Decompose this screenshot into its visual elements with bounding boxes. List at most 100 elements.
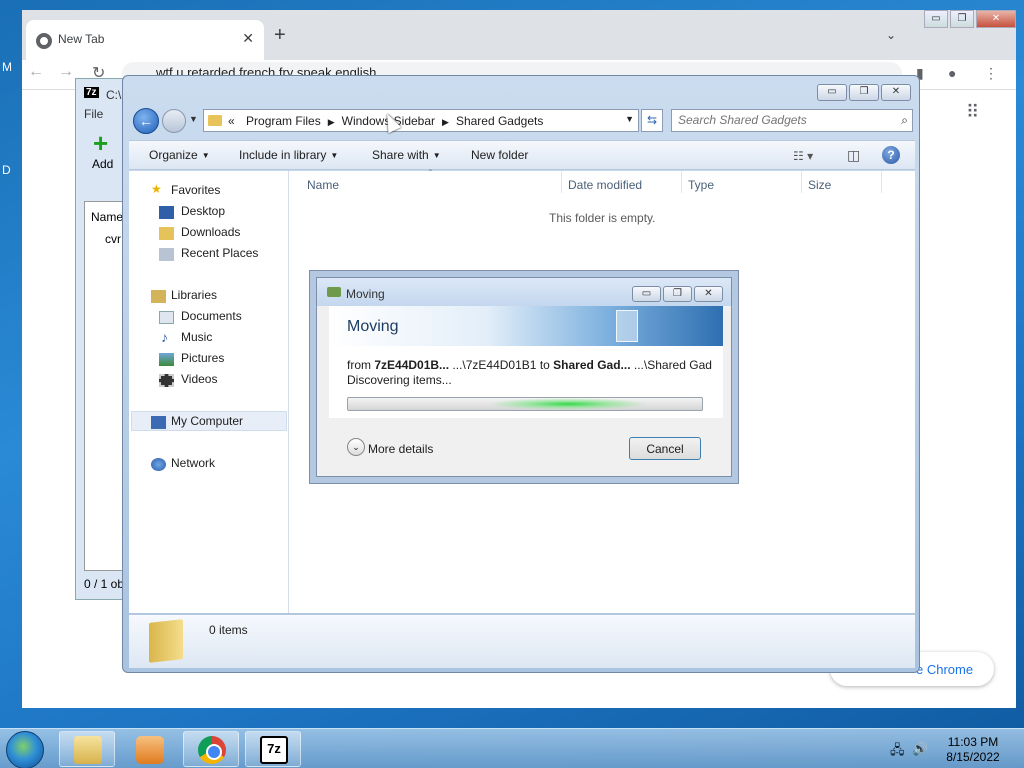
- address-bar[interactable]: « Program Files ▶ Windows Sidebar ▶ Shared G…: [203, 109, 639, 132]
- maximize-button[interactable]: ❐: [849, 84, 879, 101]
- minimize-button[interactable]: ▭: [632, 286, 661, 302]
- seven-zip-icon: 7z: [260, 736, 288, 764]
- column-divider[interactable]: [681, 171, 682, 193]
- add-plus-icon[interactable]: +: [93, 130, 108, 156]
- add-button-label[interactable]: Add: [92, 157, 113, 171]
- nav-videos[interactable]: Videos: [181, 372, 217, 386]
- tab-close-icon[interactable]: ✕: [242, 30, 254, 47]
- restore-button[interactable]: ❐: [950, 10, 974, 28]
- to-label: to: [539, 358, 550, 372]
- address-dropdown-icon[interactable]: ▼: [625, 114, 634, 124]
- source-name[interactable]: 7zE44D01B...: [374, 358, 449, 372]
- nav-network[interactable]: Network: [171, 456, 215, 470]
- nav-documents[interactable]: Documents: [181, 309, 242, 323]
- apps-grid-icon[interactable]: ⠿: [966, 102, 979, 123]
- menu-dots-icon[interactable]: ⋮: [984, 65, 998, 82]
- progress-marquee: [488, 398, 648, 410]
- recent-places-icon: [159, 248, 174, 261]
- seven-zip-logo-icon: 7z: [84, 87, 99, 98]
- share-with-button[interactable]: Share with ▼: [372, 148, 441, 162]
- breadcrumb-item[interactable]: Shared Gadgets: [456, 114, 543, 128]
- nav-desktop[interactable]: Desktop: [181, 204, 225, 218]
- profile-icon[interactable]: ●: [948, 65, 956, 81]
- change-view-icon[interactable]: ☷ ▾: [793, 149, 813, 163]
- nav-libraries[interactable]: Libraries: [171, 288, 217, 302]
- dialog-body: from 7zE44D01B... ...\7zE44D01B1 to Shar…: [329, 346, 723, 418]
- dialog-banner: Moving: [329, 306, 723, 346]
- breadcrumb-overflow[interactable]: «: [228, 114, 235, 128]
- organize-button[interactable]: Organize ▼: [149, 148, 210, 162]
- new-folder-button[interactable]: New folder: [471, 148, 528, 162]
- volume-icon[interactable]: 🔊: [912, 741, 928, 757]
- chevron-right-icon[interactable]: ▶: [328, 117, 335, 127]
- maximize-button[interactable]: ❐: [663, 286, 692, 302]
- chevron-right-icon[interactable]: ▶: [442, 117, 449, 127]
- nav-favorites[interactable]: Favorites: [171, 183, 220, 197]
- address-row: ← ▼ « Program Files ▶ Windows Sidebar ▶ Shar…: [129, 104, 915, 138]
- taskbar-explorer[interactable]: [59, 731, 115, 767]
- column-header-type[interactable]: Type: [688, 178, 714, 192]
- music-icon: ♪: [161, 329, 168, 345]
- search-box[interactable]: ⌕: [671, 109, 913, 132]
- network-tray-icon[interactable]: 🖧: [890, 741, 905, 763]
- column-header-name[interactable]: Name: [307, 178, 339, 192]
- start-button[interactable]: [6, 731, 44, 768]
- dialog-title: Moving: [346, 287, 385, 301]
- include-in-library-button[interactable]: Include in library ▼: [239, 148, 338, 162]
- cancel-button[interactable]: Cancel: [629, 437, 701, 460]
- search-icon[interactable]: ⌕: [901, 113, 908, 128]
- list-item[interactable]: cvr: [105, 232, 121, 246]
- minimize-button[interactable]: ▭: [924, 10, 948, 28]
- forward-arrow-icon[interactable]: →: [58, 63, 74, 81]
- minimize-button[interactable]: ▭: [817, 84, 847, 101]
- nav-downloads[interactable]: Downloads: [181, 225, 240, 239]
- preview-pane-icon[interactable]: ◫: [847, 147, 860, 164]
- chrome-icon: [198, 736, 226, 764]
- computer-icon: [151, 416, 166, 429]
- column-divider[interactable]: [561, 171, 562, 193]
- nav-music[interactable]: Music: [181, 330, 212, 344]
- close-button[interactable]: ✕: [694, 286, 723, 302]
- source-path: ...\7zE44D01B1: [452, 358, 537, 372]
- dialog-heading: Moving: [347, 318, 399, 335]
- tab-search-icon[interactable]: ⌄: [886, 28, 896, 42]
- clock-date: 8/15/2022: [946, 750, 1000, 764]
- destination-name[interactable]: Shared Gad...: [553, 358, 630, 372]
- breadcrumb-item[interactable]: Program Files: [246, 114, 321, 128]
- column-divider[interactable]: [801, 171, 802, 193]
- nav-my-computer[interactable]: My Computer: [171, 414, 243, 428]
- destination-path: ...\Shared Gad: [633, 358, 712, 372]
- recent-pages-dropdown-icon[interactable]: ▼: [189, 114, 198, 124]
- column-header-date[interactable]: Date modified: [568, 178, 642, 192]
- help-icon[interactable]: ?: [882, 146, 900, 164]
- column-divider[interactable]: [881, 171, 882, 193]
- sort-indicator-icon: ⌃: [427, 168, 434, 177]
- libraries-icon: [151, 290, 166, 303]
- system-clock[interactable]: 11:03 PM 8/15/2022: [928, 735, 1018, 765]
- favorites-star-icon: ★: [151, 182, 162, 196]
- taskbar-seven-zip[interactable]: 7z: [245, 731, 301, 767]
- items-count: 0 items: [209, 623, 248, 637]
- new-tab-button[interactable]: +: [274, 24, 286, 47]
- search-input[interactable]: [678, 113, 888, 127]
- back-arrow-icon[interactable]: ←: [28, 63, 44, 81]
- column-header-size[interactable]: Size: [808, 178, 831, 192]
- nav-pictures[interactable]: Pictures: [181, 351, 224, 365]
- column-name[interactable]: Name: [91, 210, 123, 224]
- more-details-button[interactable]: More details: [368, 442, 433, 456]
- menu-file[interactable]: File: [84, 107, 103, 121]
- close-button[interactable]: ✕: [881, 84, 911, 101]
- chevron-down-icon[interactable]: ⌄: [347, 438, 365, 456]
- nav-recent-places[interactable]: Recent Places: [181, 246, 258, 260]
- back-button[interactable]: ←: [133, 108, 159, 134]
- dialog-titlebar[interactable]: Moving ▭ ❐ ✕: [317, 278, 731, 306]
- taskbar-chrome[interactable]: [183, 731, 239, 767]
- command-bar: Organize ▼ Include in library ▼ Share with…: [129, 140, 915, 170]
- forward-button[interactable]: [162, 109, 186, 133]
- taskbar-media-player[interactable]: [121, 731, 177, 767]
- refresh-button[interactable]: ⇆: [641, 109, 663, 132]
- close-button[interactable]: ✕: [976, 10, 1016, 28]
- network-icon: [151, 458, 166, 471]
- chrome-tab[interactable]: New Tab ✕: [26, 20, 264, 60]
- chevron-down-icon: ▼: [432, 151, 441, 160]
